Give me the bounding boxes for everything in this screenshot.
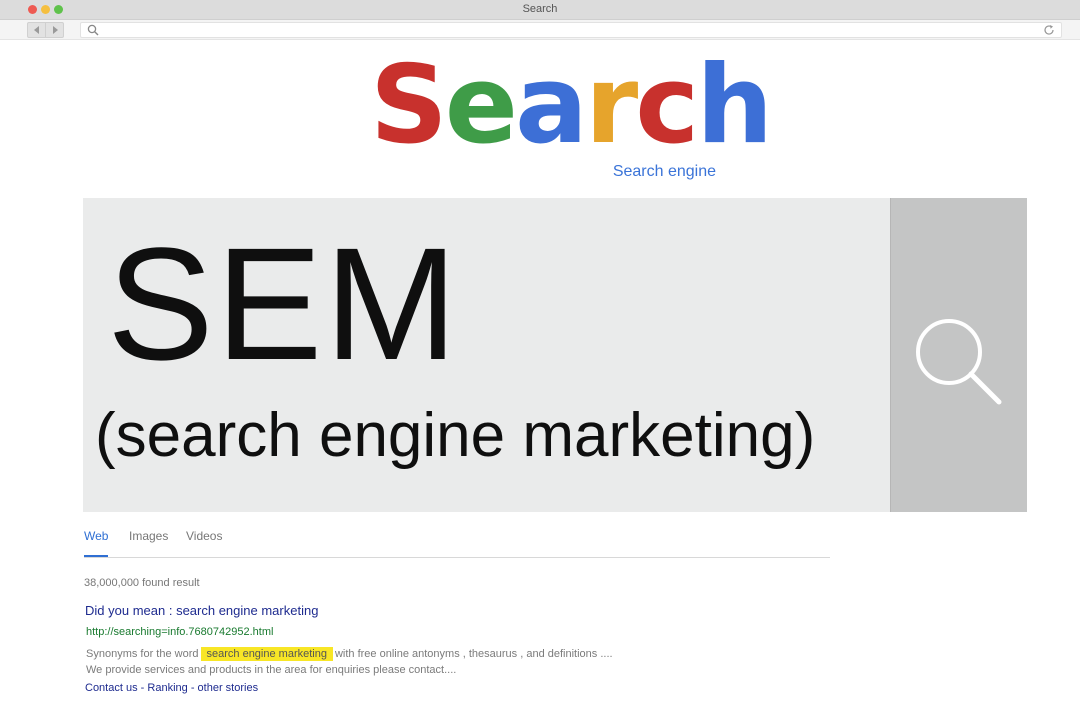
magnifier-icon [916,319,1002,405]
query-text-sub: (search engine marketing) [95,401,816,470]
logo-letter: a [515,43,588,168]
tab-images[interactable]: Images [129,529,168,543]
nav-buttons [27,22,64,38]
back-button[interactable] [28,23,45,37]
reload-icon[interactable] [1043,24,1055,36]
snippet-line-2: We provide services and products in the … [86,664,457,676]
window-title: Search [522,3,558,15]
arrow-left-icon [33,26,39,34]
search-logo: Search [370,48,773,163]
result-snippet: Synonyms for the word search engine marke… [86,646,786,678]
result-tabs: Web Images Videos [84,526,830,558]
link-separator: - [190,682,195,694]
link-other-stories[interactable]: other stories [198,682,259,694]
result-links: Contact us - Ranking - other stories [85,682,258,694]
tab-web[interactable]: Web [84,529,108,543]
snippet-text-after: with free online antonyms , thesaurus , … [334,648,613,660]
arrow-right-icon [52,26,58,34]
snippet-highlight: search engine marketing [200,647,333,661]
search-button[interactable] [890,198,1027,512]
link-contact-us[interactable]: Contact us [85,682,138,694]
logo-tagline: Search engine [612,163,716,180]
did-you-mean-link[interactable]: search engine marketing [176,603,318,618]
forward-button[interactable] [45,23,63,37]
title-bar: Search [0,0,1080,20]
logo-letter: h [696,43,773,168]
result-url[interactable]: http://searching=info.7680742952.html [86,626,273,638]
logo-letter: e [444,43,518,168]
result-count: 38,000,000 found result [84,577,200,589]
logo-letter: r [584,43,638,168]
address-bar[interactable] [80,22,1062,38]
snippet-text-before: Synonyms for the word [86,648,199,660]
search-query-box[interactable]: SEM (search engine marketing) [83,198,890,512]
did-you-mean-label: Did you mean : [85,603,173,618]
search-icon [87,24,99,36]
tab-videos[interactable]: Videos [186,529,222,543]
query-text-main: SEM [107,214,460,393]
link-separator: - [140,682,145,694]
logo-letter: S [370,43,448,168]
browser-toolbar [0,20,1080,40]
link-ranking[interactable]: Ranking [147,682,187,694]
active-tab-indicator [84,555,108,557]
logo-letter: c [635,43,699,168]
did-you-mean: Did you mean : search engine marketing [85,603,318,618]
